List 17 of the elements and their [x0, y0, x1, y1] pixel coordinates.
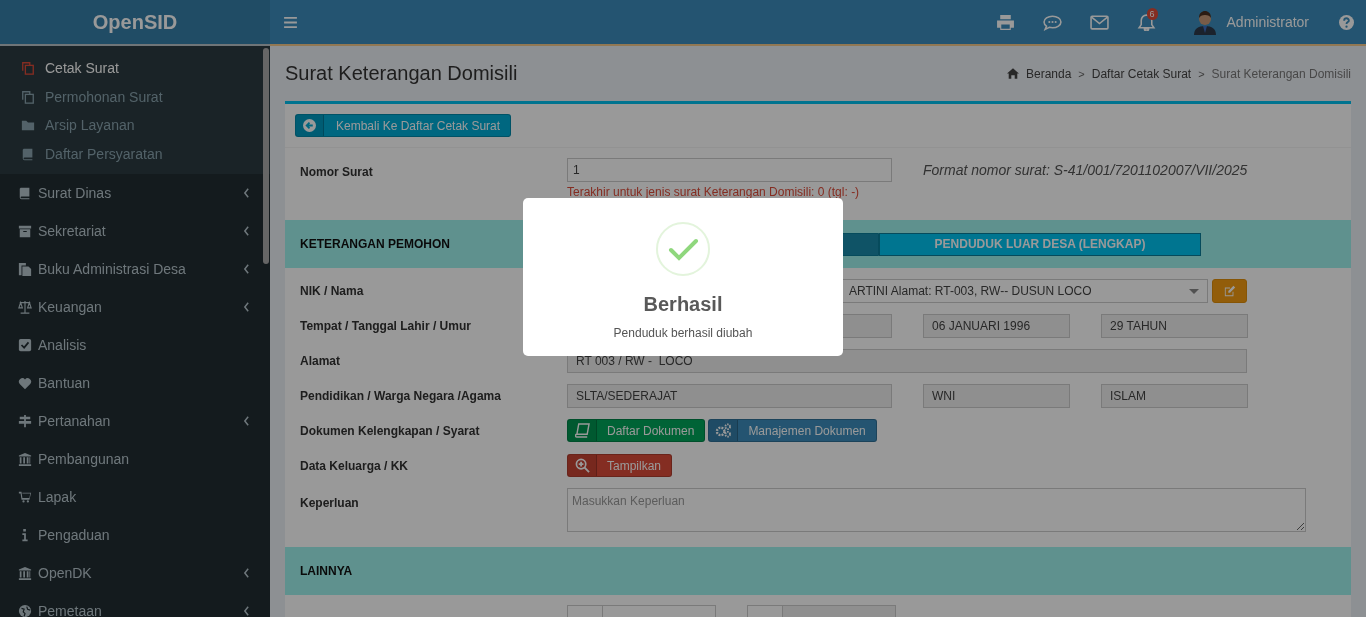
- section-title: LAINNYA: [300, 564, 354, 578]
- field-label: Nomor Surat: [300, 165, 374, 179]
- breadcrumb-separator: >: [1198, 67, 1205, 80]
- notification-badge: 6: [1146, 7, 1158, 20]
- dialog-message: Penduduk berhasil diubah: [613, 326, 753, 340]
- field-label: Dokumen Kelengkapan / Syarat: [300, 423, 481, 438]
- field-label: Keperluan: [300, 496, 360, 510]
- section-title: KETERANGAN PEMOHON: [300, 237, 451, 251]
- page-title: Surat Keterangan Domisili: [285, 62, 519, 85]
- breadcrumb-separator: >: [1078, 67, 1085, 80]
- field-label: Data Keluarga / KK: [300, 458, 410, 473]
- field-label: Alamat: [300, 354, 341, 368]
- last-number-note: Terakhir untuk jenis surat Keterangan Domisili: 0 (tgl: -): [567, 185, 861, 199]
- field-label: Pendidikan / Warga Negara /Agama: [300, 389, 502, 403]
- format-hint: Format nomor surat: S-41/001/7201102007/VII/2025: [923, 162, 1248, 178]
- field-label: Tempat / Tanggal Lahir / Umur: [300, 319, 472, 333]
- field-label: NIK / Nama: [300, 284, 365, 298]
